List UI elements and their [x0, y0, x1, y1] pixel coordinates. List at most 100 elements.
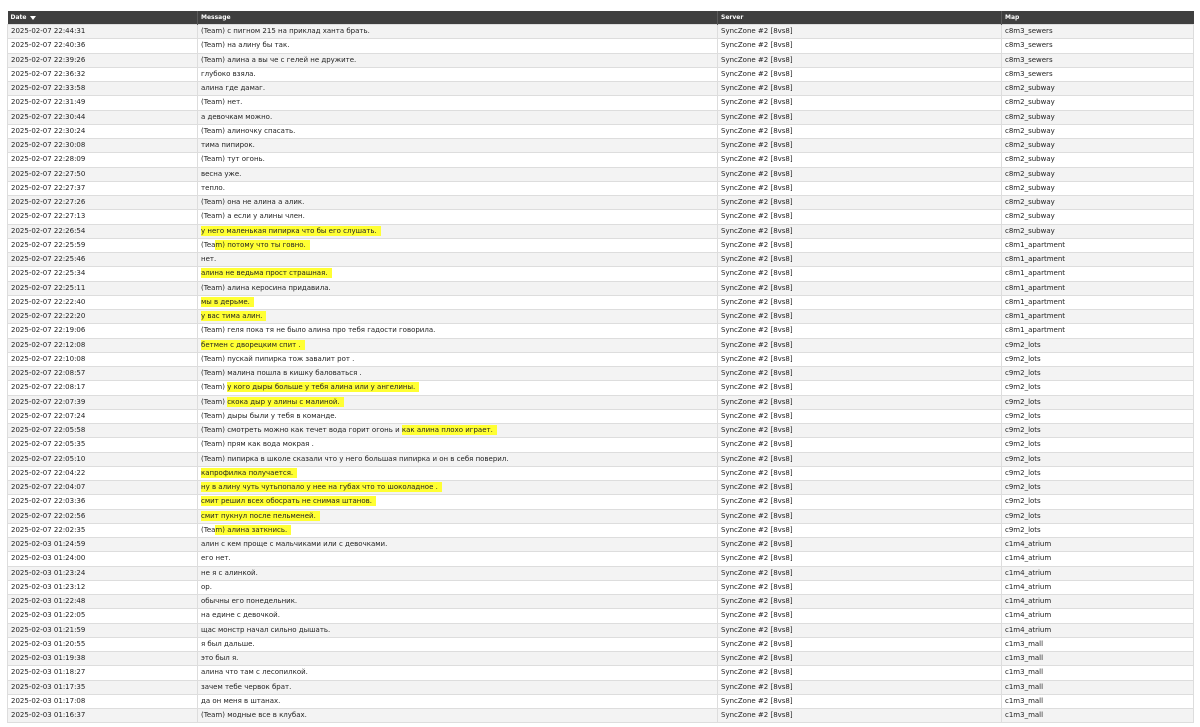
cell-date: 2025-02-03 01:21:59 [7, 622, 198, 638]
cell-map: c8m2_subway [1001, 166, 1194, 182]
table-row: 2025-02-07 22:07:39 (Team) скока дыр у ал… [7, 394, 1194, 410]
message-text: зачем тебе червок брат. [201, 682, 292, 691]
cell-date: 2025-02-07 22:33:58 [7, 80, 198, 97]
message-text: алина где дамаг. [201, 84, 266, 92]
table-row: 2025-02-03 01:20:55 я был дальше. SyncZone… [7, 636, 1194, 653]
cell-map: c9m2_lots [1001, 522, 1194, 539]
cell-map: c1m4_atrium [1001, 622, 1194, 638]
message-text: (Team) смотреть можно как течет вода гор… [201, 426, 402, 434]
cell-map: c8m3_sewers [1001, 38, 1194, 54]
table-row: 2025-02-07 22:02:35 (Team) алина заткнись… [7, 522, 1194, 539]
cell-date: 2025-02-07 22:28:09 [7, 152, 198, 168]
cell-message: (Team) у кого дыры больше у тебя алина и… [197, 380, 718, 396]
column-header-date-label: Date [10, 14, 27, 21]
column-header-date[interactable]: Date [7, 11, 198, 25]
message-highlight: алина не ведьма прост страшная. [201, 268, 332, 279]
message-text: тепло. [201, 183, 225, 192]
cell-server: SyncZone #2 [8vs8] [717, 636, 1002, 653]
table-row: 2025-02-07 22:04:07 ну в алину чуть чутьп… [7, 479, 1194, 496]
chat-log-table: Date Message Server Map 2025-02-07 22:44… [7, 11, 1194, 724]
message-text: весна уже. [201, 169, 242, 178]
cell-message: (Team) модные все в клубах. [197, 707, 718, 724]
cell-server: SyncZone #2 [8vs8] [717, 308, 1002, 325]
cell-message: не я с алинкой. [197, 565, 718, 581]
cell-server: SyncZone #2 [8vs8] [717, 365, 1002, 382]
cell-server: SyncZone #2 [8vs8] [717, 508, 1002, 524]
cell-date: 2025-02-07 22:07:39 [7, 394, 198, 410]
cell-server: SyncZone #2 [8vs8] [717, 422, 1002, 439]
cell-message: это был я. [197, 650, 718, 667]
cell-server: SyncZone #2 [8vs8] [717, 223, 1002, 239]
cell-map: c1m4_atrium [1001, 565, 1194, 581]
header-row: Date Message Server Map [7, 11, 1194, 25]
cell-message: алина не ведьма прост страшная. [197, 266, 718, 282]
message-text: я был дальше. [201, 639, 255, 648]
cell-server: SyncZone #2 [8vs8] [717, 52, 1002, 68]
table-row: 2025-02-07 22:40:36 (Team) на алину бы та… [7, 38, 1194, 54]
cell-message: ор. [197, 579, 718, 596]
cell-server: SyncZone #2 [8vs8] [717, 251, 1002, 268]
cell-date: 2025-02-03 01:17:08 [7, 693, 198, 710]
cell-server: SyncZone #2 [8vs8] [717, 66, 1002, 83]
message-highlight: бетмен с дворецким спит . [201, 339, 305, 350]
cell-message: (Team) нет. [197, 95, 718, 111]
table-row: 2025-02-07 22:33:58 алина где дамаг. SyncZ… [7, 80, 1194, 97]
message-text: не я с алинкой. [201, 568, 258, 577]
cell-date: 2025-02-07 22:25:34 [7, 266, 198, 282]
message-text: алина что там с лесопилкой. [201, 668, 308, 677]
cell-server: SyncZone #2 [8vs8] [717, 494, 1002, 510]
cell-date: 2025-02-07 22:05:58 [7, 422, 198, 439]
table-row: 2025-02-07 22:31:49 (Team) нет. SyncZone #… [7, 95, 1194, 111]
column-header-map[interactable]: Map [1001, 11, 1194, 25]
message-text: (Team) алина керосина придавила. [201, 283, 331, 292]
cell-map: c1m4_atrium [1001, 608, 1194, 624]
message-text: (Team) алина а вы че с гелей не дружите. [201, 55, 357, 64]
cell-map: c9m2_lots [1001, 465, 1194, 482]
message-highlight: у него маленькая пипирка что бы его слуш… [201, 225, 381, 236]
cell-date: 2025-02-07 22:40:36 [7, 38, 198, 54]
cell-server: SyncZone #2 [8vs8] [717, 280, 1002, 296]
message-text: (Team) она не алина а алик. [201, 198, 305, 206]
column-header-server[interactable]: Server [717, 11, 1002, 25]
cell-message: тима пипирок. [197, 137, 718, 154]
cell-date: 2025-02-07 22:05:10 [7, 451, 198, 467]
cell-map: c8m2_subway [1001, 109, 1194, 125]
table-body: 2025-02-07 22:44:31 (Team) с пигном 215 н… [7, 23, 1194, 724]
cell-map: c8m2_subway [1001, 209, 1194, 225]
cell-server: SyncZone #2 [8vs8] [717, 622, 1002, 638]
cell-map: c1m4_atrium [1001, 593, 1194, 610]
cell-message: (Team) алиночку спасать. [197, 123, 718, 140]
table-row: 2025-02-07 22:25:34 алина не ведьма прост… [7, 266, 1194, 282]
table-row: 2025-02-07 22:07:24 (Team) дыры были у те… [7, 408, 1194, 425]
message-highlight: у вас тима алин. [201, 311, 267, 321]
cell-map: c8m2_subway [1001, 95, 1194, 111]
cell-message: (Team) алина а вы че с гелей не дружите. [197, 52, 718, 68]
cell-map: c9m2_lots [1001, 394, 1194, 410]
message-text: обычны его понедельник. [201, 597, 298, 605]
cell-date: 2025-02-03 01:20:55 [7, 636, 198, 653]
table-row: 2025-02-07 22:28:09 (Team) тут огонь. Sync… [7, 152, 1194, 168]
table-row: 2025-02-07 22:27:13 (Team) а если у алины… [7, 209, 1194, 225]
cell-date: 2025-02-07 22:10:08 [7, 351, 198, 368]
cell-map: c8m1_apartment [1001, 280, 1194, 296]
cell-date: 2025-02-03 01:17:35 [7, 679, 198, 695]
cell-map: c8m1_apartment [1001, 251, 1194, 268]
cell-message: капрофилка получается. [197, 465, 718, 482]
table-row: 2025-02-07 22:08:17 (Team) у кого дыры бо… [7, 380, 1194, 396]
message-text: (Team) малина пошла в кишку баловаться . [201, 369, 362, 377]
cell-map: c8m3_sewers [1001, 66, 1194, 83]
cell-server: SyncZone #2 [8vs8] [717, 194, 1002, 211]
table-row: 2025-02-07 22:22:20 у вас тима алин. SyncZ… [7, 308, 1194, 325]
cell-map: c9m2_lots [1001, 508, 1194, 524]
table-row: 2025-02-07 22:36:32 глубоко взяла. SyncZon… [7, 66, 1194, 83]
cell-server: SyncZone #2 [8vs8] [717, 38, 1002, 54]
cell-message: ну в алину чуть чутьпопало у нее на губа… [197, 479, 718, 496]
column-header-message[interactable]: Message [197, 11, 718, 25]
cell-message: (Team) геля пока тя не было алина про те… [197, 323, 718, 339]
cell-map: c9m2_lots [1001, 337, 1194, 353]
table-row: 2025-02-07 22:08:57 (Team) малина пошла в… [7, 365, 1194, 382]
message-text: (Team) дыры были у тебя в команде. [201, 411, 337, 420]
cell-date: 2025-02-07 22:25:46 [7, 251, 198, 268]
cell-message: его нет. [197, 551, 718, 567]
cell-server: SyncZone #2 [8vs8] [717, 479, 1002, 496]
